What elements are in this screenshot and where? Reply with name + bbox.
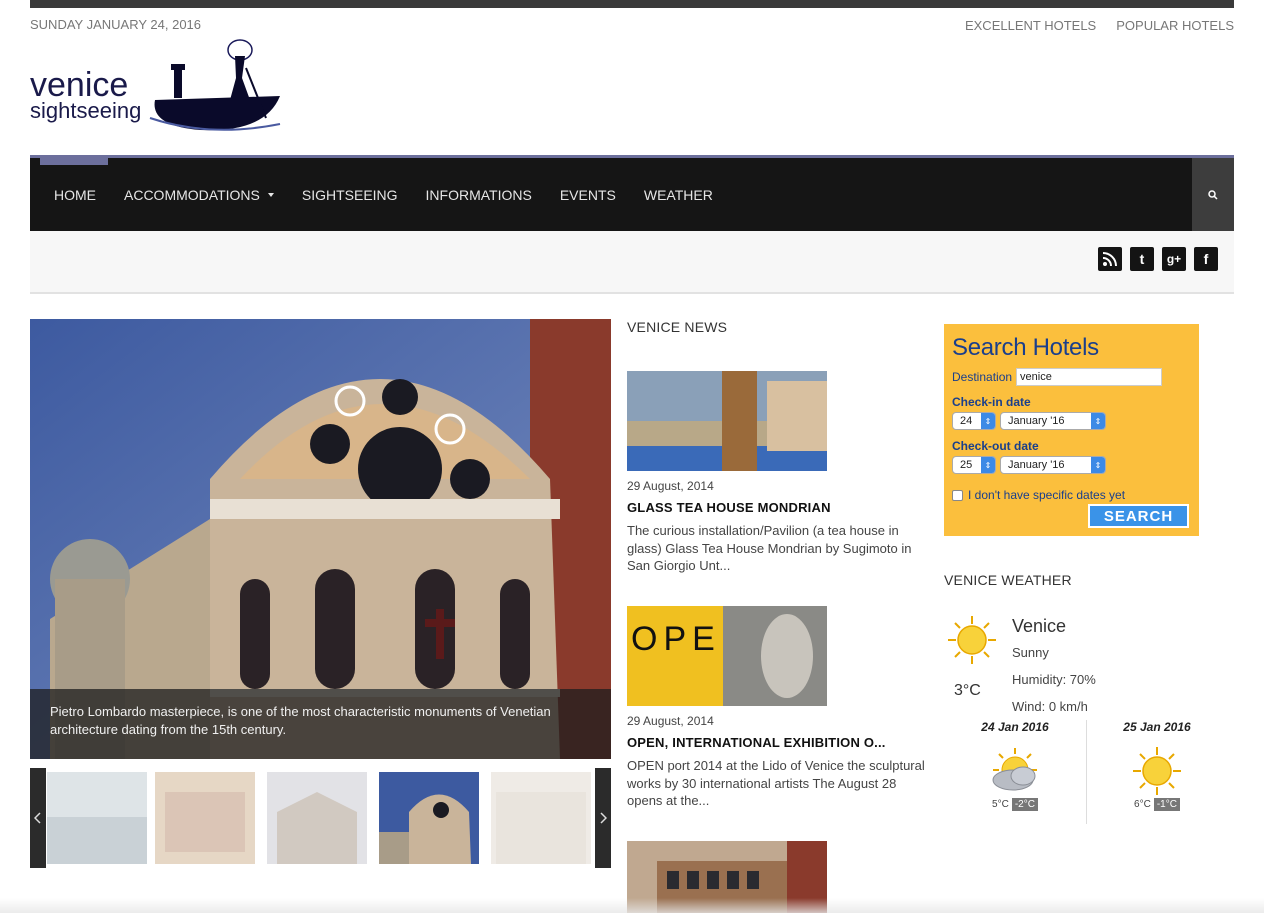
no-dates-label: I don't have specific dates yet [968,488,1126,502]
site-logo[interactable]: venice sightseeing [30,38,282,138]
nav-home[interactable]: HOME [54,187,96,203]
social-bar: t g+ f [30,231,1234,294]
thumbs-next-button[interactable] [595,768,611,868]
forecast-day-2: 25 Jan 2016 6°C -1°C [1102,720,1212,811]
checkin-label: Check-in date [952,395,1031,409]
main-navigation: HOME ACCOMMODATIONS SIGHTSEEING INFORMAT… [30,155,1234,231]
chevron-right-icon [600,812,607,824]
chevron-left-icon [34,812,41,824]
news-item-1: 29 August, 2014 GLASS TEA HOUSE MONDRIAN… [627,371,932,575]
social-icons: t g+ f [1098,247,1218,271]
slider-caption: Pietro Lombardo masterpiece, is one of t… [30,689,611,759]
current-date: SUNDAY JANUARY 24, 2016 [30,17,202,32]
thumbnail-3[interactable] [267,772,367,864]
weather-humidity: Humidity: 70% [1012,672,1096,687]
select-arrows-icon: ⇕ [1091,457,1105,473]
nav-events[interactable]: EVENTS [560,187,616,203]
no-dates-checkbox[interactable] [952,489,963,501]
forecast-date: 24 Jan 2016 [981,720,1049,734]
thumbnail-1[interactable] [47,772,147,864]
checkout-label: Check-out date [952,439,1039,453]
venice-weather: VENICE WEATHER Venice Sunny Humidity: 70… [944,572,1234,824]
active-tab-indicator [40,155,108,165]
weather-temperature: 3°C [954,682,981,699]
destination-label: Destination [952,370,1013,384]
sun-icon [1131,746,1183,796]
bottom-fade [0,898,1264,913]
news-date: 29 August, 2014 [627,479,714,493]
select-arrows-icon: ⇕ [981,457,995,473]
search-hotels-title: Search Hotels [952,334,1099,361]
news-title[interactable]: OPEN, INTERNATIONAL EXHIBITION O... [627,735,932,750]
news-date: 29 August, 2014 [627,714,714,728]
image-slider[interactable]: Pietro Lombardo masterpiece, is one of t… [30,319,611,759]
forecast-high: 5°C [992,799,1009,810]
search-hotels-widget: Search Hotels Destination Check-in date … [944,324,1199,536]
news-title[interactable]: GLASS TEA HOUSE MONDRIAN [627,500,932,515]
hotels-search-button[interactable]: SEARCH [1088,504,1189,528]
logo-text-sightseeing: sightseeing [30,98,141,123]
news-section-title: VENICE NEWS [627,319,728,335]
checkout-day-select[interactable]: 25 ⇕ [952,456,996,474]
nav-weather[interactable]: WEATHER [644,187,713,203]
nav-sightseeing[interactable]: SIGHTSEEING [302,187,398,203]
top-links: EXCELLENT HOTELS POPULAR HOTELS [965,18,1234,33]
news-excerpt: OPEN port 2014 at the Lido of Venice the… [627,758,925,808]
weather-wind: Wind: 0 km/h [1012,699,1088,714]
top-bar [30,0,1234,8]
forecast-low: -1°C [1153,798,1180,811]
forecast-divider [1086,720,1087,824]
cloudy-sun-icon [989,746,1041,796]
forecast-low: -2°C [1011,798,1038,811]
nav-informations[interactable]: INFORMATIONS [426,187,532,203]
slider-thumbnails [30,768,611,868]
chevron-down-icon [267,193,274,197]
weather-section-title: VENICE WEATHER [944,572,1072,588]
news-image-1[interactable] [627,371,827,471]
forecast-date: 25 Jan 2016 [1123,720,1191,734]
nav-accommodations[interactable]: ACCOMMODATIONS [124,187,274,203]
forecast-day-1: 24 Jan 2016 5°C -2°C [960,720,1070,811]
news-item-2: OPEN 29 August, 2014 OPEN, INTERNATIONAL… [627,606,932,810]
news-image-2[interactable]: OPEN [627,606,827,706]
select-arrows-icon: ⇕ [981,413,995,429]
thumbnail-5[interactable] [491,772,591,864]
select-arrows-icon: ⇕ [1091,413,1105,429]
forecast-high: 6°C [1134,799,1151,810]
checkin-month-select[interactable]: January '16 ⇕ [1000,412,1106,430]
rss-icon[interactable] [1098,247,1122,271]
nav-search-button[interactable] [1192,158,1234,231]
destination-input[interactable] [1016,368,1163,386]
news-excerpt: The curious installation/Pavilion (a tea… [627,523,912,573]
popular-hotels-link[interactable]: POPULAR HOTELS [1116,18,1234,33]
twitter-icon[interactable]: t [1130,247,1154,271]
thumbnail-2[interactable] [155,772,255,864]
thumbnail-4-active[interactable] [379,772,479,864]
checkout-month-select[interactable]: January '16 ⇕ [1000,456,1106,474]
google-plus-icon[interactable]: g+ [1162,247,1186,271]
sun-icon [946,614,998,671]
search-icon [1208,189,1218,200]
thumbs-prev-button[interactable] [30,768,46,868]
venice-news: VENICE NEWS 29 August, 2014 GLASS TEA HO… [627,319,932,913]
excellent-hotels-link[interactable]: EXCELLENT HOTELS [965,18,1096,33]
weather-city: Venice [1012,616,1067,636]
checkin-day-select[interactable]: 24 ⇕ [952,412,996,430]
weather-condition: Sunny [1012,645,1049,660]
facebook-icon[interactable]: f [1194,247,1218,271]
